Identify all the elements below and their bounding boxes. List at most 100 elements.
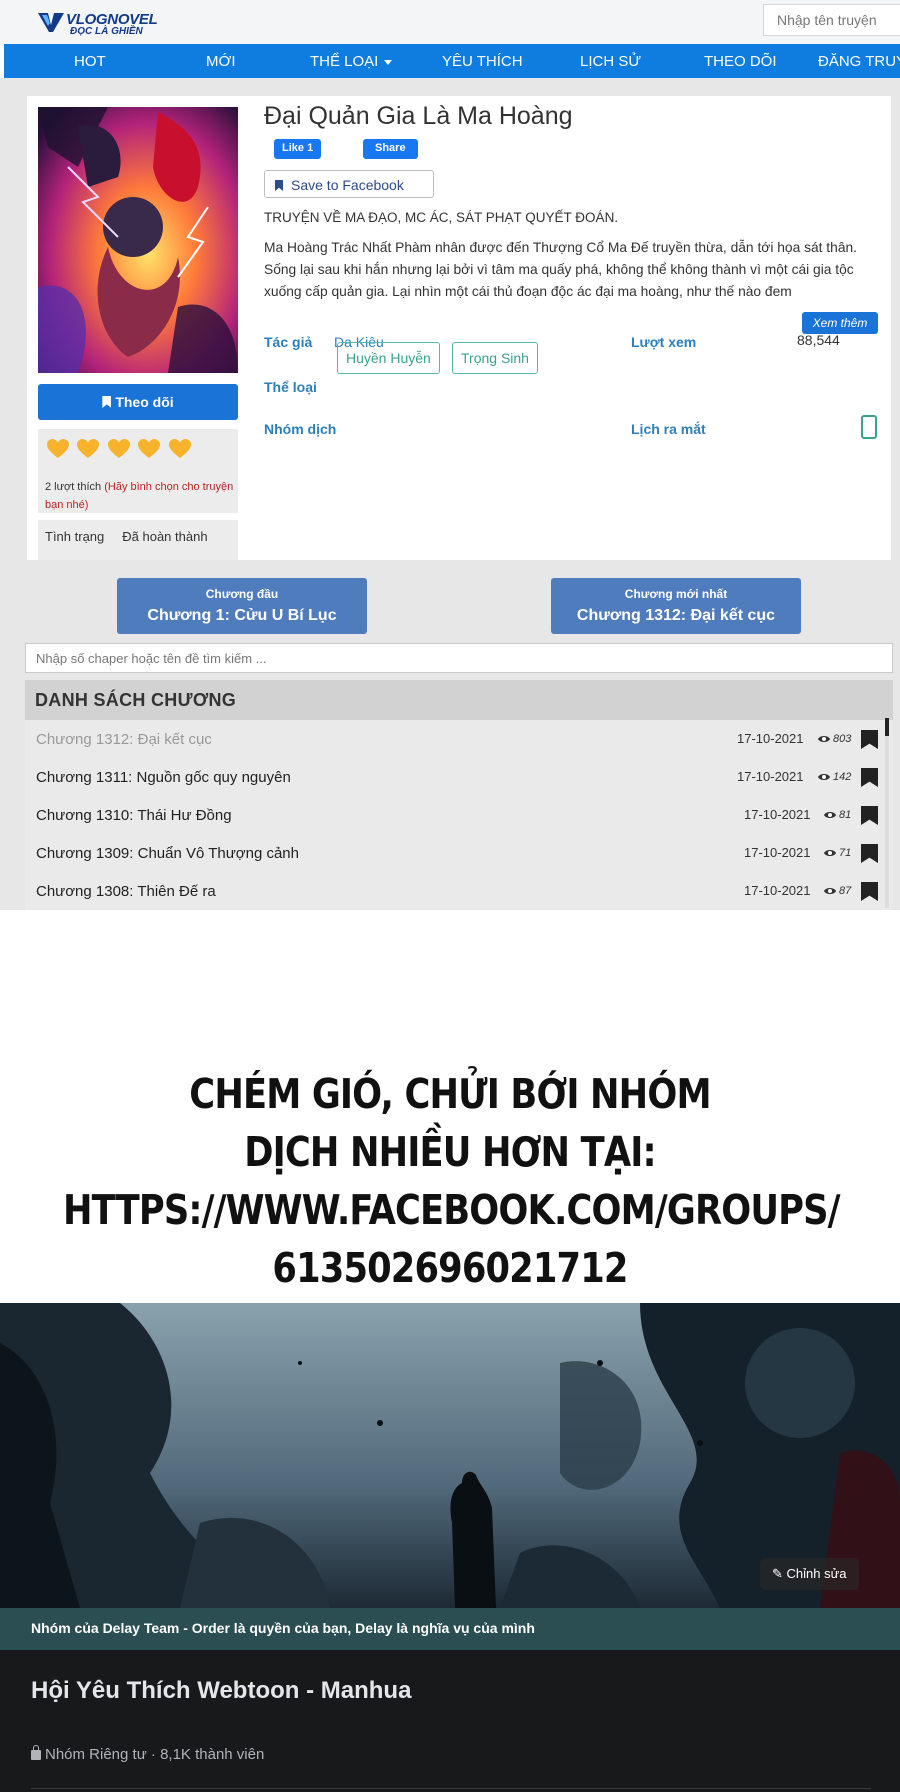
group-description: Nhóm của Delay Team - Order là quyền của… [0,1608,900,1650]
divider [31,1788,871,1789]
nav-favorites[interactable]: YÊU THÍCH [442,53,523,70]
latest-chapter-button[interactable]: Chương mới nhất Chương 1312: Đại kết cục [551,578,801,634]
chapter-row[interactable]: Chương 1310: Thái Hư Đồng 17-10-2021 81 [25,796,893,834]
genre-label: Thể loại [264,379,317,395]
story-title: Đại Quản Gia Là Ma Hoàng [264,102,573,130]
nav-genres-label: THỂ LOẠI [310,53,379,70]
likes-count: 2 lượt thích [45,481,102,493]
chapter-name[interactable]: Chương 1310: Thái Hư Đồng [36,807,232,824]
promo-line: 613502696021712 [272,1244,628,1292]
rating-box: 2 lượt thích (Hãy bình chọn cho truyện b… [38,429,238,513]
story-card: Theo dõi 2 lượt thích (Hãy bình chọn cho… [27,96,891,560]
bookmark-icon[interactable] [861,882,878,901]
lock-icon [31,1745,41,1760]
main-nav: HOT MỚI THỂ LOẠI YÊU THÍCH LỊCH SỬ THEO … [4,44,900,78]
story-panel: Theo dõi 2 lượt thích (Hãy bình chọn cho… [0,78,900,910]
first-chapter-caption: Chương đầu [205,587,279,601]
group-meta: Nhóm Riêng tư · 8,1K thành viên [31,1745,264,1763]
promo-line: HTTPS://WWW.FACEBOOK.COM/GROUPS/ [63,1186,841,1234]
status-box: Tình trạng Đã hoàn thành [38,520,238,560]
fb-like-button[interactable]: Like 1 [274,139,322,159]
first-chapter-title: Chương 1: Cửu U Bí Lục [147,607,337,624]
story-tagline: TRUYỆN VỀ MA ĐẠO, MC ÁC, SÁT PHẠT QUYẾT … [264,210,619,225]
chapter-date: 17-10-2021 [744,845,811,860]
bookmark-icon[interactable] [861,806,878,825]
save-to-facebook-button[interactable]: Save to Facebook [264,170,434,198]
likes-text: 2 lượt thích (Hãy bình chọn cho truyện b… [45,478,235,514]
logo-v-icon [38,13,64,32]
group-name[interactable]: Hội Yêu Thích Webtoon - Manhua [31,1675,431,1707]
chapter-row[interactable]: Chương 1308: Thiên Đế ra 17-10-2021 87 [25,872,893,910]
chapter-row[interactable]: Chương 1312: Đại kết cục 17-10-2021 803 [25,720,893,758]
pencil-icon: ✎ [772,1566,787,1581]
chapter-views: 142 [833,771,852,783]
translation-group-label: Nhóm dịch [264,421,337,437]
bookmark-icon [275,180,283,191]
bookmark-icon[interactable] [861,768,878,787]
bookmark-icon[interactable] [861,844,878,863]
edit-cover-button[interactable]: ✎ Chỉnh sửa [760,1558,859,1590]
eye-icon [818,736,830,742]
follow-button[interactable]: Theo dõi [38,384,238,420]
edit-cover-label: Chỉnh sửa [786,1566,847,1581]
bookmark-icon [102,396,112,408]
heart-icon[interactable] [77,439,100,459]
views-count: 88,544 [797,332,840,348]
nav-following[interactable]: THEO DÕI [704,53,777,70]
chapter-name[interactable]: Chương 1311: Nguồn gốc quy nguyên [36,769,291,786]
fb-share-button[interactable]: Share [363,139,418,159]
chapter-list-heading: DANH SÁCH CHƯƠNG [25,680,893,720]
heart-icon[interactable] [47,439,69,459]
eye-icon [824,812,836,818]
story-description: Ma Hoàng Trác Nhất Phàm nhân được đến Th… [264,240,857,299]
chapter-search-input[interactable]: Nhập số chaper hoặc tên đề tìm kiếm ... [25,643,893,673]
chapter-date: 17-10-2021 [744,883,811,898]
nav-hot[interactable]: HOT [74,53,106,70]
chapter-row[interactable]: Chương 1309: Chuẩn Vô Thượng cảnh 17-10-… [25,834,893,872]
chapter-views: 803 [833,733,852,745]
latest-chapter-title: Chương 1312: Đại kết cục [576,607,776,624]
chapter-date: 17-10-2021 [744,807,811,822]
follow-label: Theo dõi [115,394,174,410]
first-chapter-button[interactable]: Chương đầu Chương 1: Cửu U Bí Lục [117,578,367,634]
eye-icon [824,888,836,894]
eye-icon [824,850,836,856]
latest-chapter-caption: Chương mới nhất [624,587,728,601]
story-cover-image[interactable] [38,107,238,373]
promo-line: DỊCH NHIỀU HƠN TẠI: [244,1128,656,1176]
chapter-name[interactable]: Chương 1312: Đại kết cục [36,731,212,748]
nav-new[interactable]: MỚI [206,53,236,70]
heart-icon[interactable] [107,439,130,459]
mobile-phone-icon[interactable] [861,415,877,439]
genre-tag[interactable]: Huyền Huyễn [337,342,440,374]
chapter-list-scrollbar[interactable] [885,718,889,908]
nav-history[interactable]: LỊCH SỬ [580,53,641,70]
group-info: Hội Yêu Thích Webtoon - Manhua Nhóm Riên… [0,1650,900,1792]
save-to-facebook-label: Save to Facebook [291,177,404,193]
chapter-name[interactable]: Chương 1309: Chuẩn Vô Thượng cảnh [36,845,299,862]
chapter-views: 71 [839,847,852,859]
site-logo[interactable]: VLOGNOVEL ĐỌC LÀ GHIỀN [38,8,173,38]
bookmark-icon[interactable] [861,730,878,749]
chapter-name[interactable]: Chương 1308: Thiên Đế ra [36,883,216,900]
status-label: Tình trạng [45,529,105,544]
heart-icon[interactable] [138,439,161,459]
promo-line: CHÉM GIÓ, CHỬI BỚI NHÓM [189,1070,711,1118]
genre-tag[interactable]: Trọng Sinh [452,342,538,374]
chevron-down-icon [384,59,393,65]
show-more-button[interactable]: Xem thêm [802,312,878,334]
status-value: Đã hoàn thành [122,529,208,544]
eye-icon [818,774,830,780]
scrollbar-thumb[interactable] [885,718,889,736]
nav-post[interactable]: ĐĂNG TRUY [818,53,900,70]
views-label: Lượt xem [631,334,697,350]
story-search-input[interactable]: Nhập tên truyện [763,4,900,36]
top-bar: VLOGNOVEL ĐỌC LÀ GHIỀN Nhập tên truyện [0,0,900,44]
promo-text: CHÉM GIÓ, CHỬI BỚI NHÓM DỊCH NHIỀU HƠN T… [63,1065,841,1297]
nav-genres[interactable]: THỂ LOẠI [310,53,393,70]
author-label: Tác giả [264,334,313,350]
chapter-date: 17-10-2021 [737,731,804,746]
chapter-date: 17-10-2021 [737,769,804,784]
chapter-row[interactable]: Chương 1311: Nguồn gốc quy nguyên 17-10-… [25,758,893,796]
heart-icon[interactable] [168,439,191,459]
